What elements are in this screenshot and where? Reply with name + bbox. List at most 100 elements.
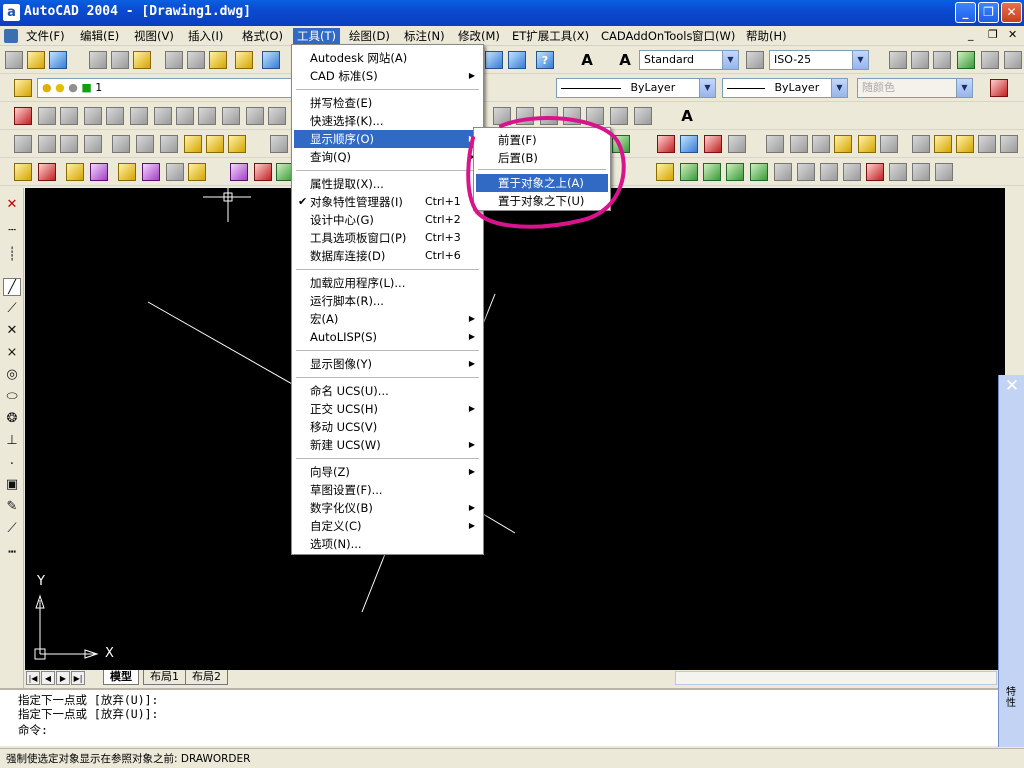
properties-icon[interactable] <box>485 51 503 69</box>
convert-icon[interactable] <box>118 163 136 181</box>
snap-midpoint-icon[interactable] <box>38 135 56 153</box>
smiley-icon[interactable] <box>188 163 206 181</box>
arc-text-icon[interactable] <box>66 163 84 181</box>
circle-tool-icon[interactable] <box>516 107 534 125</box>
tools-menu-item[interactable]: 查询(Q) ▶ <box>294 148 481 166</box>
doc-minimize-button[interactable]: _ <box>968 28 974 41</box>
erase-icon[interactable] <box>14 107 32 125</box>
close-icon[interactable]: ✕ <box>1003 377 1021 395</box>
last-tab-button[interactable]: ▶| <box>71 671 85 685</box>
layer-unlock-icon[interactable] <box>978 135 996 153</box>
divide-icon[interactable]: ┅ <box>3 544 21 562</box>
arc-icon[interactable] <box>493 107 511 125</box>
tools-menu-item[interactable]: 向导(Z) ▶ <box>294 463 481 481</box>
spline-icon[interactable]: ⟋ <box>3 520 21 538</box>
aligned-dim-icon[interactable] <box>911 51 929 69</box>
command-prompt[interactable]: 命令: <box>18 722 48 738</box>
chevron-down-icon[interactable]: ▼ <box>831 79 847 97</box>
chevron-down-icon[interactable]: ▼ <box>722 51 738 69</box>
layer-off-icon[interactable] <box>858 135 876 153</box>
next-tab-button[interactable]: ▶ <box>56 671 70 685</box>
plot-icon[interactable] <box>89 51 107 69</box>
grid-icon[interactable] <box>610 107 628 125</box>
menu-tools[interactable]: 工具(T) <box>293 28 340 44</box>
jog-icon[interactable] <box>889 163 907 181</box>
properties-palette[interactable]: ✕ 特性 <box>998 375 1024 747</box>
document-icon[interactable] <box>4 29 18 43</box>
frame-icon[interactable] <box>166 163 184 181</box>
tools-menu-item[interactable]: 工具选项板窗口(P) Ctrl+3 <box>294 229 481 247</box>
autocad-app-icon[interactable]: a <box>3 4 20 21</box>
snowflake-icon[interactable] <box>912 135 930 153</box>
reference-icon[interactable] <box>657 135 675 153</box>
move-icon[interactable] <box>130 107 148 125</box>
green-cross-icon[interactable] <box>703 163 721 181</box>
tools-menu-item[interactable]: 对象特性管理器(I) ✔ Ctrl+1 <box>294 193 481 211</box>
tools-menu-item[interactable]: 属性提取(X)... <box>294 175 481 193</box>
lightbulb-tool-icon[interactable] <box>934 135 952 153</box>
layer-lock-icon[interactable] <box>880 135 898 153</box>
center-mark-icon[interactable] <box>656 163 674 181</box>
draw-order-item[interactable]: 置于对象之上(A) <box>476 174 608 192</box>
doc-close-button[interactable]: ✕ <box>1008 28 1017 41</box>
draw-order-item[interactable]: 前置(F) <box>476 131 608 149</box>
menu-draw[interactable]: 绘图(D) <box>345 28 394 44</box>
snap-center-icon[interactable] <box>84 135 102 153</box>
tools-menu-item[interactable]: 运行脚本(R)... <box>294 292 481 310</box>
text-style-select[interactable]: Standard ▼ <box>639 50 739 70</box>
drawn-line[interactable] <box>482 513 516 534</box>
copy-object-icon[interactable] <box>38 107 56 125</box>
offset-icon[interactable] <box>84 107 102 125</box>
tools-menu-item[interactable]: 移动 UCS(V) <box>294 418 481 436</box>
hatch-icon[interactable] <box>634 107 652 125</box>
menu-insert[interactable]: 插入(I) <box>184 28 227 44</box>
tools-menu-item[interactable]: 设计中心(G) Ctrl+2 <box>294 211 481 229</box>
tab-layout1[interactable]: 布局1 <box>143 670 186 685</box>
menu-format[interactable]: 格式(O) <box>238 28 287 44</box>
dim-text-icon[interactable] <box>774 163 792 181</box>
text-fit-icon[interactable] <box>14 163 32 181</box>
disk-icon[interactable] <box>680 135 698 153</box>
crosshair-tool-icon[interactable] <box>230 163 248 181</box>
help-icon[interactable]: ? <box>536 51 554 69</box>
green-tool-icon[interactable] <box>612 135 630 153</box>
eye-icon[interactable] <box>563 107 581 125</box>
close-button[interactable]: ✕ <box>1001 2 1022 23</box>
chamfer-icon[interactable] <box>198 107 216 125</box>
tools-menu-item[interactable]: 加载应用程序(L)... <box>294 274 481 292</box>
tools-menu-item[interactable]: 显示图像(Y) ▶ <box>294 355 481 373</box>
layer-state-icon[interactable] <box>184 135 202 153</box>
cut-icon[interactable] <box>165 51 183 69</box>
ucs-tool-icon[interactable]: ⊥ <box>3 432 21 450</box>
layer-manager-icon[interactable] <box>14 79 32 97</box>
lineweight-select[interactable]: ByLayer ▼ <box>722 78 848 98</box>
mirror-icon[interactable] <box>60 107 78 125</box>
explode-text-icon[interactable] <box>90 163 108 181</box>
attribute-icon[interactable] <box>136 135 154 153</box>
menu-window[interactable]: 窗口(W) <box>688 28 739 44</box>
tools-menu-item[interactable]: 快速选择(K)... <box>294 112 481 130</box>
chevron-down-icon[interactable]: ▼ <box>699 79 715 97</box>
paste-icon[interactable] <box>209 51 227 69</box>
prev-tab-button[interactable]: ◀ <box>41 671 55 685</box>
ray-icon[interactable]: ┄ <box>3 222 21 240</box>
dim-style-select[interactable]: ISO-25 ▼ <box>769 50 869 70</box>
linear-dim-icon[interactable] <box>889 51 907 69</box>
tools-menu-item[interactable]: 选项(N)... <box>294 535 481 553</box>
red-tool-icon[interactable] <box>866 163 884 181</box>
preview-icon[interactable] <box>111 51 129 69</box>
horizontal-scrollbar[interactable] <box>675 671 997 685</box>
layer-delete-icon[interactable] <box>1000 135 1018 153</box>
xh-icon[interactable] <box>750 163 768 181</box>
radius-dim-icon[interactable] <box>957 51 975 69</box>
polyline-draw-icon[interactable]: ⟋ <box>3 300 21 318</box>
menu-help[interactable]: 帮助(H) <box>742 28 791 44</box>
donut-icon[interactable] <box>540 107 558 125</box>
point-icon[interactable]: · <box>3 456 21 474</box>
grid-edit-icon[interactable] <box>142 163 160 181</box>
chevron-down-icon[interactable]: ▼ <box>852 51 868 69</box>
xline-icon[interactable]: ┊ <box>3 246 21 264</box>
target-icon[interactable] <box>254 163 272 181</box>
tools-menu-item[interactable]: 新建 UCS(W) ▶ <box>294 436 481 454</box>
menu-view[interactable]: 视图(V) <box>130 28 178 44</box>
